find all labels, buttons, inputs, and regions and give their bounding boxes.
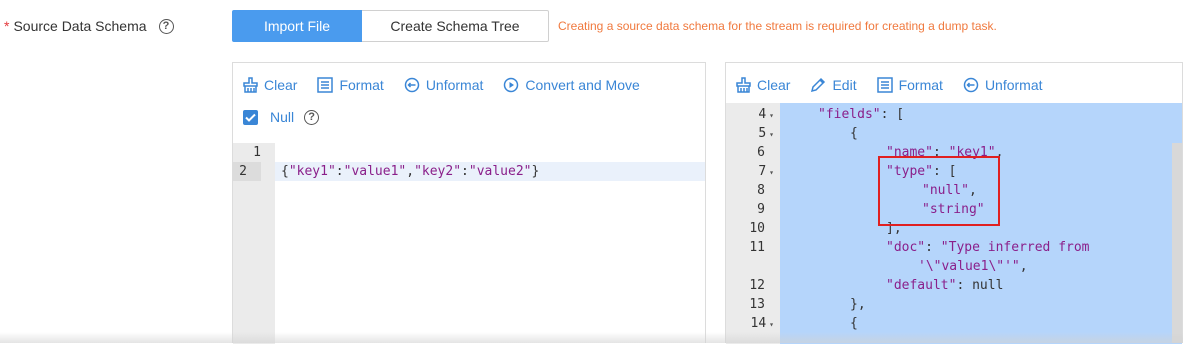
line-number: 9 — [757, 202, 765, 217]
line-numbers: 1 2 — [233, 143, 275, 344]
unformat-label: Unformat — [984, 77, 1043, 93]
format-button[interactable]: Format — [317, 77, 384, 93]
line-number: 5 ▾ — [758, 126, 774, 141]
unformat-label: Unformat — [425, 77, 484, 93]
source-code-editor[interactable]: 1 2 {"key1":"value1","key2":"value2"} — [233, 143, 705, 344]
clear-button[interactable]: Clear — [243, 77, 297, 93]
code-line-11: "doc": "Type inferred from — [886, 240, 1090, 255]
format-icon — [876, 77, 893, 93]
convert-and-move-label: Convert and Move — [525, 77, 640, 93]
edit-button[interactable]: Edit — [810, 77, 857, 93]
format-label: Format — [339, 77, 384, 93]
line-number: 10 — [749, 221, 765, 236]
tab-create-schema-tree[interactable]: Create Schema Tree — [362, 10, 549, 42]
unformat-button[interactable]: Unformat — [404, 77, 484, 93]
type-highlight-box — [878, 156, 1000, 226]
checkmark-icon — [245, 113, 256, 122]
source-json-panel: Clear Format Unformat Convert and Move N… — [232, 62, 706, 344]
source-data-schema-label-row: * Source Data Schema ? — [0, 16, 174, 36]
null-label: Null — [270, 109, 295, 125]
format-button[interactable]: Format — [876, 77, 943, 93]
null-option: Null ? — [243, 107, 320, 127]
line-number: 1 — [253, 145, 261, 160]
help-icon[interactable]: ? — [158, 18, 174, 34]
unformat-icon — [404, 77, 420, 93]
edit-label: Edit — [832, 77, 857, 93]
line-number: 4 ▾ — [758, 107, 774, 122]
clear-icon — [736, 77, 751, 93]
line-number: 2 — [233, 162, 261, 181]
code-line-13: }, — [850, 297, 866, 312]
line-numbers: 4 ▾ 5 ▾ 6 7 ▾ 8 9 10 11 12 13 14 ▾ — [726, 103, 780, 344]
unformat-icon — [963, 77, 979, 93]
code-line-11-wrap: '\"value1\"'", — [918, 259, 1028, 274]
bottom-fade — [0, 332, 1183, 343]
code-line-5: { — [850, 126, 858, 141]
line-number: 8 — [757, 183, 765, 198]
vertical-scrollbar[interactable] — [1172, 143, 1182, 343]
schema-hint-text: Creating a source data schema for the st… — [558, 19, 997, 33]
code-line-2: {"key1":"value1","key2":"value2"} — [281, 164, 540, 179]
left-toolbar: Clear Format Unformat Convert and Move — [243, 75, 660, 95]
line-number: 11 — [749, 240, 765, 255]
line-number: 13 — [749, 297, 765, 312]
line-number: 12 — [749, 278, 765, 293]
unformat-button[interactable]: Unformat — [963, 77, 1043, 93]
line-number: 14 ▾ — [750, 316, 774, 331]
null-checkbox[interactable] — [243, 109, 258, 125]
schema-code-editor[interactable]: 4 ▾ 5 ▾ 6 7 ▾ 8 9 10 11 12 13 14 ▾ "fields":… — [726, 103, 1182, 344]
format-label: Format — [898, 77, 943, 93]
convert-and-move-button[interactable]: Convert and Move — [503, 77, 640, 93]
field-label: Source Data Schema — [13, 18, 147, 34]
right-toolbar: Clear Edit Format Unformat — [736, 75, 1063, 95]
null-help-icon[interactable]: ? — [304, 109, 320, 125]
clear-label: Clear — [264, 77, 298, 93]
clear-icon — [243, 77, 258, 93]
line-number: 7 ▾ — [758, 164, 774, 179]
code-line-4: "fields": [ — [818, 107, 905, 122]
code-line-14: { — [850, 316, 858, 331]
pencil-icon — [811, 77, 826, 93]
schema-output-panel: Clear Edit Format Unformat 4 ▾ 5 ▾ 6 7 ▾ 8 … — [725, 62, 1183, 344]
tab-import-file[interactable]: Import File — [232, 10, 362, 42]
line-number: 6 — [757, 145, 765, 160]
required-mark: * — [4, 18, 10, 34]
format-icon — [317, 77, 334, 93]
code-line-12: "default": null — [886, 278, 1004, 293]
play-circle-icon — [504, 77, 519, 93]
schema-source-tabs: Import File Create Schema Tree — [232, 10, 549, 42]
clear-button[interactable]: Clear — [736, 77, 790, 93]
clear-label: Clear — [757, 77, 791, 93]
